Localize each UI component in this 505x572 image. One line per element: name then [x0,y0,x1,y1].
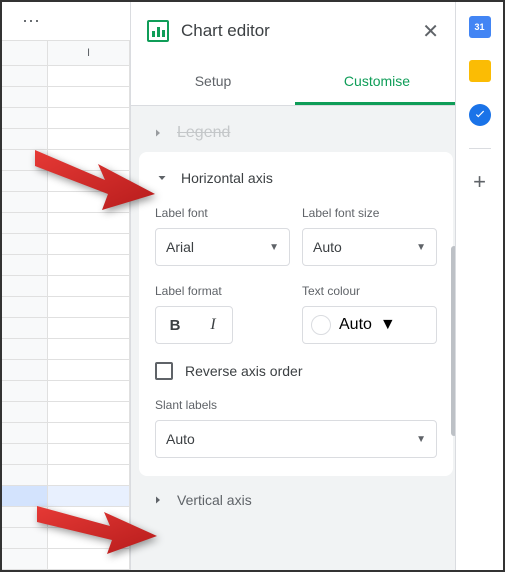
label-font-dropdown[interactable]: Arial ▼ [155,228,290,266]
spreadsheet-area: ⋯ I [2,2,130,570]
slant-labels-dropdown[interactable]: Auto ▼ [155,420,437,458]
chart-editor-panel: Chart editor ✕ Setup Customise Legend Ho… [130,2,459,570]
label-format-buttons: B I [155,306,233,344]
divider [469,148,491,149]
label-font-size-dropdown[interactable]: Auto ▼ [302,228,437,266]
reverse-axis-label: Reverse axis order [185,363,303,379]
annotation-arrow [32,494,162,569]
column-header[interactable]: I [48,41,130,65]
side-panel: 31 + [455,2,503,570]
panel-body[interactable]: Legend Horizontal axis Label font Arial … [131,106,459,570]
tab-setup[interactable]: Setup [131,60,295,105]
column-header-row: I [2,40,130,66]
legend-section-collapsed[interactable]: Legend [139,114,453,152]
keep-icon[interactable] [469,60,491,82]
colour-swatch [311,315,331,335]
calendar-icon[interactable]: 31 [469,16,491,38]
horizontal-axis-section: Horizontal axis Label font Arial ▼ Label… [139,152,453,476]
select-all-corner[interactable] [2,41,48,65]
italic-button[interactable]: I [194,307,232,343]
slant-labels-label: Slant labels [155,398,437,412]
bold-button[interactable]: B [156,307,194,343]
caret-down-icon: ▼ [269,242,279,253]
label-font-label: Label font [155,206,290,220]
text-colour-dropdown[interactable]: Auto ▼ [302,306,437,344]
tabs: Setup Customise [131,60,459,106]
section-header[interactable]: Horizontal axis [155,170,437,186]
section-label: Vertical axis [177,492,252,508]
caret-down-icon: ▼ [380,316,396,334]
close-button[interactable]: ✕ [418,15,443,48]
tab-customise[interactable]: Customise [295,60,459,105]
caret-down-icon: ▼ [416,242,426,253]
section-title: Horizontal axis [181,170,273,186]
more-menu-icon[interactable]: ⋯ [22,11,41,32]
reverse-axis-checkbox[interactable] [155,362,173,380]
vertical-axis-section-collapsed[interactable]: Vertical axis [139,482,453,518]
label-font-size-label: Label font size [302,206,437,220]
text-colour-label: Text colour [302,284,437,298]
annotation-arrow [30,132,160,217]
label-format-label: Label format [155,284,290,298]
panel-title: Chart editor [181,21,418,41]
tasks-icon[interactable] [469,104,491,126]
add-addon-button[interactable]: + [469,171,491,193]
panel-header: Chart editor ✕ [131,2,459,60]
chart-icon [147,20,169,42]
caret-down-icon: ▼ [416,434,426,445]
section-label: Legend [177,124,230,142]
